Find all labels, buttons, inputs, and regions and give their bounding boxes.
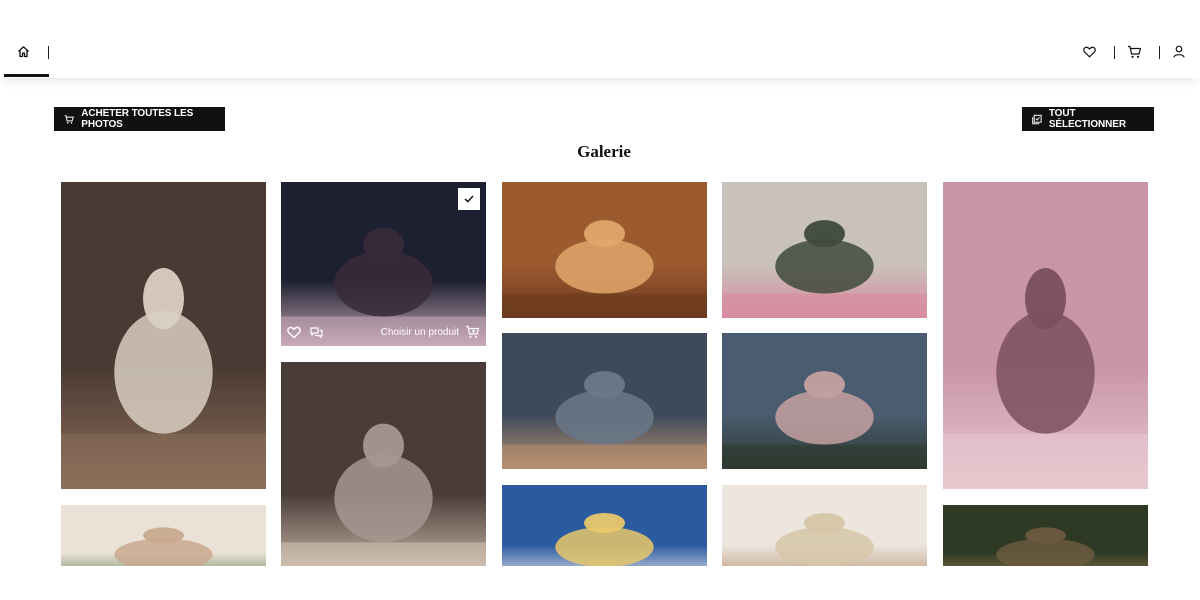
top-navigation-bar (0, 0, 1200, 78)
bottom-fade (0, 566, 1200, 600)
home-icon[interactable] (17, 45, 30, 58)
cart-plus-icon[interactable] (465, 325, 480, 339)
gallery-photo[interactable] (502, 182, 707, 318)
buy-all-photos-button[interactable]: ACHETER TOUTES LES PHOTOS (54, 107, 225, 131)
divider (1159, 46, 1160, 59)
photo-image (722, 333, 927, 469)
check-icon (464, 195, 474, 203)
select-all-icon (1032, 114, 1042, 124)
gallery-photo[interactable] (943, 182, 1148, 489)
photo-image (281, 182, 486, 346)
gallery-photo[interactable] (722, 182, 927, 318)
divider (48, 46, 49, 59)
cart-icon[interactable] (1127, 45, 1142, 59)
select-all-button[interactable]: TOUT SÉLECTIONNER (1022, 107, 1154, 131)
divider (1114, 46, 1115, 59)
photo-image (281, 362, 486, 582)
gallery-title: Galerie (577, 142, 631, 161)
gallery-photo[interactable]: Choisir un produit (281, 182, 486, 346)
active-tab-underline (4, 74, 49, 77)
photo-image (943, 182, 1148, 489)
cart-icon (64, 114, 74, 124)
photo-image (61, 182, 266, 489)
photo-actions-bar: Choisir un produit (287, 324, 480, 340)
photo-image (502, 182, 707, 318)
selected-checkbox[interactable] (458, 188, 480, 210)
choose-product-link[interactable]: Choisir un produit (381, 327, 459, 338)
gallery-photo[interactable] (502, 333, 707, 469)
gallery-photo[interactable] (722, 333, 927, 469)
photo-image (502, 333, 707, 469)
photo-image (722, 182, 927, 318)
gallery-photo[interactable] (61, 182, 266, 489)
heart-icon[interactable] (287, 326, 301, 339)
buy-all-photos-label: ACHETER TOUTES LES PHOTOS (81, 108, 194, 130)
heart-icon[interactable] (1083, 46, 1096, 58)
select-all-label: TOUT SÉLECTIONNER (1048, 108, 1126, 130)
gallery-photo[interactable] (281, 362, 486, 582)
home-tab[interactable] (4, 0, 49, 78)
user-icon[interactable] (1173, 45, 1185, 58)
comment-icon[interactable] (309, 326, 324, 339)
